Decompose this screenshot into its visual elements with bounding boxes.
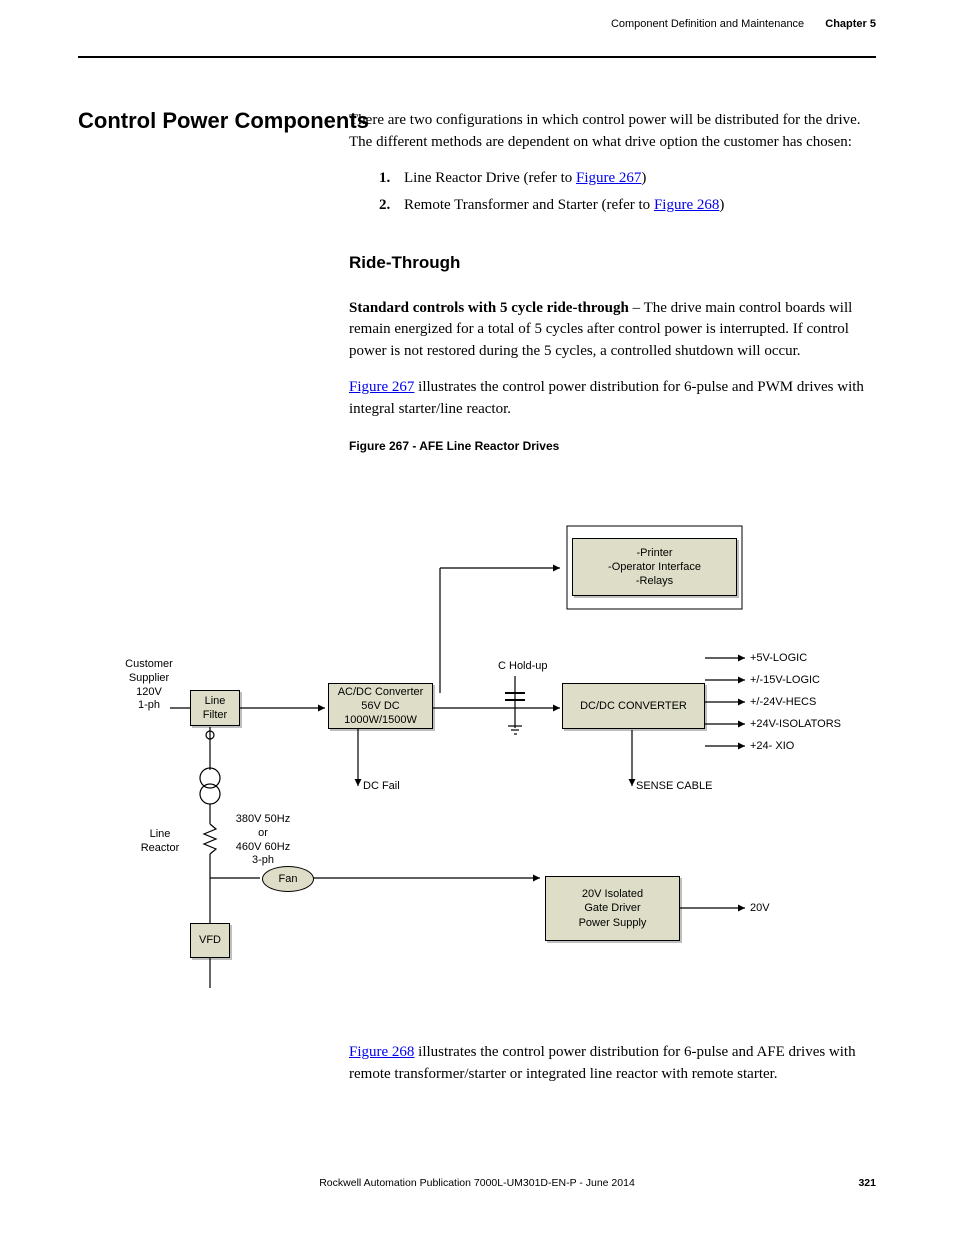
- output-20v-label: 20V: [750, 902, 770, 916]
- figure-267-link[interactable]: Figure 267: [349, 379, 414, 395]
- figure-268-link[interactable]: Figure 268: [654, 197, 719, 213]
- list-text: ): [719, 197, 724, 213]
- header-section: Component Definition and Maintenance: [611, 18, 804, 30]
- figure-267-paragraph: Figure 267 illustrates the control power…: [349, 377, 874, 421]
- body-column: There are two configurations in which co…: [349, 110, 874, 456]
- vfd-box: VFD: [190, 923, 230, 958]
- c-holdup-label: C Hold-up: [498, 660, 548, 674]
- printer-box: -Printer-Operator Interface-Relays: [572, 538, 737, 596]
- list-text: Line Reactor Drive (refer to: [404, 170, 576, 186]
- sense-cable-label: SENSE CABLE: [636, 780, 712, 794]
- list-item: 1. Line Reactor Drive (refer to Figure 2…: [379, 168, 874, 190]
- config-list: 1. Line Reactor Drive (refer to Figure 2…: [379, 168, 874, 218]
- line-reactor-label: LineReactor: [140, 828, 180, 856]
- list-text: Remote Transformer and Starter (refer to: [404, 197, 654, 213]
- voltage-label: 380V 50Hzor460V 60Hz3-ph: [223, 813, 303, 868]
- page-footer: Rockwell Automation Publication 7000L-UM…: [78, 1177, 876, 1189]
- figure-267-caption: Figure 267 - AFE Line Reactor Drives: [349, 438, 874, 455]
- output-15v-label: +/-15V-LOGIC: [750, 674, 820, 688]
- page-number: 321: [858, 1177, 876, 1189]
- figure-268-text: illustrates the control power distributi…: [349, 1044, 856, 1082]
- ride-through-bold: Standard controls with 5 cycle ride-thro…: [349, 300, 629, 316]
- dc-fail-label: DC Fail: [363, 780, 400, 794]
- ride-through-paragraph: Standard controls with 5 cycle ride-thro…: [349, 298, 874, 363]
- line-filter-box: LineFilter: [190, 690, 240, 726]
- output-24v-iso-label: +24V-ISOLATORS: [750, 718, 841, 732]
- customer-label: CustomerSupplier120V1-ph: [110, 658, 188, 713]
- header-chapter: Chapter 5: [825, 18, 876, 30]
- publication-text: Rockwell Automation Publication 7000L-UM…: [319, 1177, 635, 1189]
- output-24v-xio-label: +24- XIO: [750, 740, 794, 754]
- figure-268-paragraph: Figure 268 illustrates the control power…: [349, 1042, 874, 1086]
- list-number: 1.: [379, 170, 390, 186]
- figure-267-text: illustrates the control power distributi…: [349, 379, 864, 417]
- acdc-box: AC/DC Converter56V DC1000W/1500W: [328, 683, 433, 729]
- list-item: 2. Remote Transformer and Starter (refer…: [379, 195, 874, 217]
- figure-267-diagram: LineFilter AC/DC Converter56V DC1000W/15…: [110, 518, 890, 1018]
- section-title: Control Power Components: [78, 108, 369, 134]
- dcdc-box: DC/DC CONVERTER: [562, 683, 705, 729]
- list-text: ): [641, 170, 646, 186]
- output-5v-label: +5V-LOGIC: [750, 652, 807, 666]
- page-header: Component Definition and Maintenance Cha…: [78, 56, 876, 70]
- intro-paragraph: There are two configurations in which co…: [349, 110, 874, 154]
- fan-oval: Fan: [262, 866, 314, 892]
- gate-driver-box: 20V IsolatedGate DriverPower Supply: [545, 876, 680, 941]
- figure-267-link[interactable]: Figure 267: [576, 170, 641, 186]
- figure-268-link[interactable]: Figure 268: [349, 1044, 414, 1060]
- list-number: 2.: [379, 197, 390, 213]
- output-24v-hecs-label: +/-24V-HECS: [750, 696, 816, 710]
- ride-through-heading: Ride-Through: [349, 251, 874, 276]
